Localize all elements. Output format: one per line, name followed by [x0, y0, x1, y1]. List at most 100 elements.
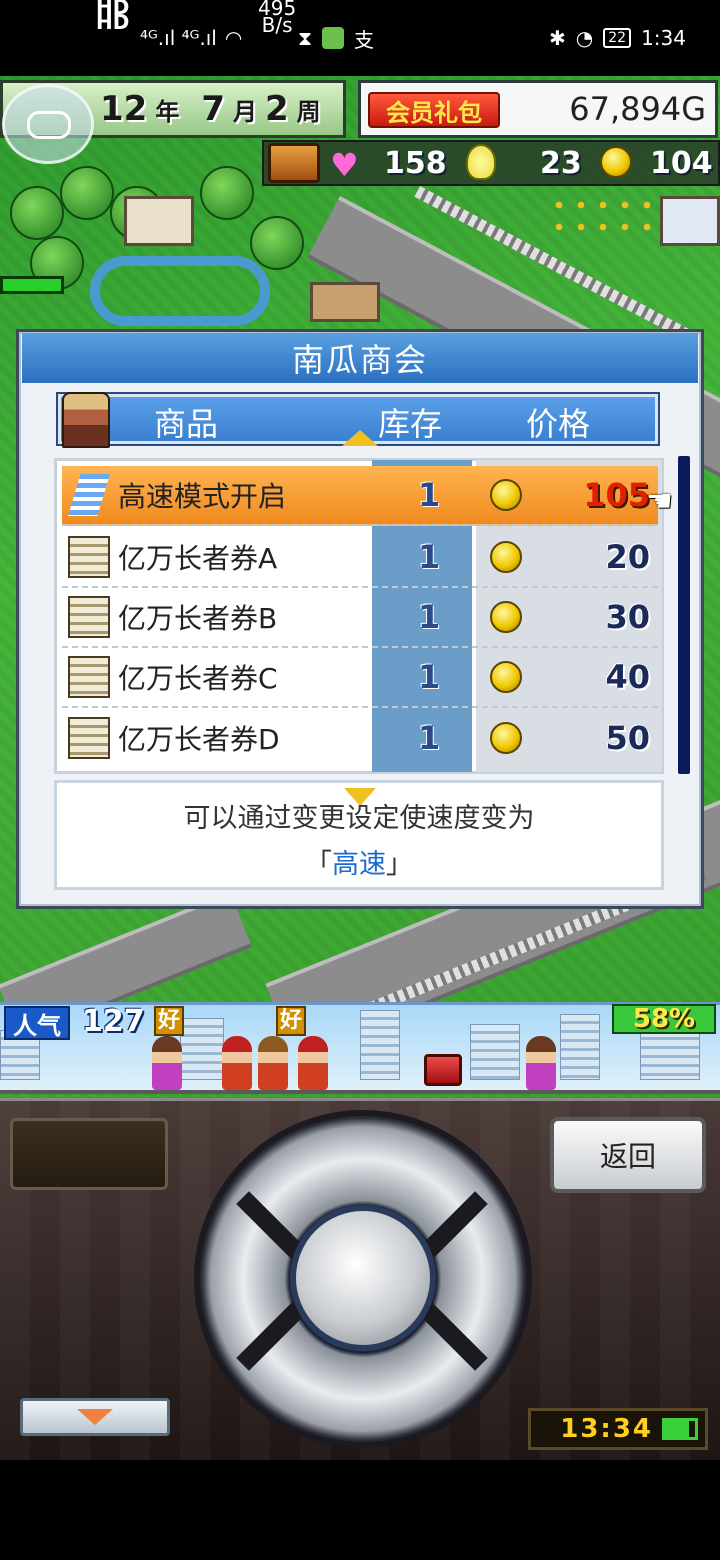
city-building [360, 1010, 400, 1080]
date-display: 12 年 7月 2周 [100, 86, 321, 132]
column-price: 价格 [526, 405, 591, 443]
speed-icon [68, 474, 110, 516]
hearts-value: 158 [384, 145, 447, 181]
coin-icon [490, 601, 522, 633]
list-item[interactable]: 亿万长者券B 1 30 [62, 588, 658, 648]
list-item-selected[interactable]: 高速模式开启 1 105 [62, 466, 658, 526]
network-speed: 495 B/s [258, 0, 296, 37]
visitor-sprite [526, 1036, 556, 1090]
bracket-open: 「 [305, 849, 332, 880]
gamepad-icon[interactable] [2, 84, 94, 164]
visitor-sprite [258, 1036, 288, 1090]
house [660, 196, 720, 246]
alipay-icon: 支 [354, 27, 375, 52]
tree [200, 166, 254, 220]
battery-icon [662, 1418, 698, 1440]
description-highlight: 高速 [332, 849, 386, 880]
column-stock: 库存 [378, 405, 443, 443]
shopkeeper-avatar [62, 392, 110, 448]
year-unit: 年 [155, 97, 180, 126]
item-stock: 1 [418, 719, 441, 757]
coin-icon [600, 146, 632, 182]
notification-icons: ⧗ 支 [298, 0, 374, 76]
ticket-icon [68, 656, 110, 698]
signal-icon: ⁴ᴳ.ıl ⁴ᴳ.ıl ◠ [140, 0, 242, 76]
member-gift-button[interactable]: 会员礼包 [368, 92, 500, 128]
bracket-close: 」 [386, 849, 413, 880]
battery-icon: 22 [603, 28, 632, 48]
good-badge: 好 [154, 1006, 185, 1036]
visitor-sprite [152, 1036, 182, 1090]
item-stock: 1 [418, 538, 441, 576]
flower-bed [548, 194, 658, 234]
lightbulb-icon [466, 144, 496, 180]
visitor-sprite [298, 1036, 328, 1090]
menu-down-button[interactable] [20, 1398, 170, 1436]
pointing-hand-icon: ☚ [646, 484, 673, 519]
progress-bar [0, 276, 64, 294]
visitor-sprite [222, 1036, 252, 1090]
item-price: 50 [605, 719, 650, 757]
coin-icon [490, 479, 522, 511]
week-unit: 周 [296, 97, 321, 126]
tree [10, 186, 64, 240]
coins-value: 104 [650, 145, 713, 181]
ticket-icon [68, 596, 110, 638]
list-item[interactable]: 亿万长者券C 1 40 [62, 648, 658, 708]
scroll-up-arrow-icon[interactable] [342, 430, 378, 446]
back-button[interactable]: 返回 [550, 1117, 706, 1193]
item-price: 40 [605, 658, 650, 696]
nav-area [0, 1460, 720, 1560]
clock-sync-icon: ◔ [575, 26, 594, 50]
tree [250, 216, 304, 270]
item-price: 20 [605, 538, 650, 576]
list-item[interactable]: 亿万长者券D 1 50 [62, 708, 658, 768]
coin-icon [490, 541, 522, 573]
popularity-label: 人气 [4, 1006, 70, 1040]
item-stock: 1 [418, 598, 441, 636]
treasure-chest-icon[interactable] [424, 1054, 462, 1086]
app-icon [322, 27, 345, 49]
speed-unit: B/s [261, 13, 293, 37]
city-building [640, 1030, 700, 1080]
coin-icon [490, 661, 522, 693]
ticket-icon [68, 536, 110, 578]
money-value: 67,894G [569, 90, 706, 128]
bluetooth-icon: ✱ [549, 26, 566, 50]
year-number: 12 [100, 89, 148, 129]
status-time: 1:34 [641, 26, 686, 50]
month-number: 7 [201, 89, 225, 129]
running-track [90, 256, 270, 326]
good-badge: 好 [276, 1006, 307, 1036]
treasure-chest-icon[interactable] [268, 143, 320, 183]
description-text: 可以通过变更设定使速度变为 [183, 803, 535, 834]
week-number: 2 [265, 89, 289, 129]
signal-bars: ⁴ᴳ.ıl ⁴ᴳ.ıl [140, 26, 217, 50]
item-stock: 1 [418, 658, 441, 696]
item-stock: 1 [418, 476, 441, 514]
item-name: 高速模式开启 [118, 480, 287, 513]
percent-badge: 58% [612, 1004, 716, 1034]
item-name: 亿万长者券C [118, 662, 278, 695]
down-arrow-icon [77, 1409, 113, 1425]
heart-icon: ♥ [330, 146, 359, 184]
description-text-2: 「高速」 [54, 842, 664, 881]
building [310, 282, 380, 322]
building [124, 196, 194, 246]
ticket-icon [68, 717, 110, 759]
wifi-icon: ◠ [224, 26, 243, 50]
dpad-center-button[interactable] [290, 1205, 436, 1351]
item-price: 30 [605, 598, 650, 636]
ideas-value: 23 [540, 145, 582, 181]
status-bar: HD HD ⁴ᴳ.ıl ⁴ᴳ.ıl ◠ 495 B/s ⧗ 支 ✱ ◔ 22 1… [0, 0, 720, 76]
hd-indicator: HD HD [96, 0, 129, 32]
city-building [470, 1024, 520, 1080]
item-name: 亿万长者券A [118, 542, 278, 575]
city-building [560, 1014, 600, 1080]
shop-title: 南瓜商会 [22, 333, 698, 383]
lcd-display [10, 1118, 168, 1190]
scrollbar[interactable] [678, 456, 690, 774]
coin-icon [490, 722, 522, 754]
item-name: 亿万长者券D [118, 723, 280, 756]
list-item[interactable]: 亿万长者券A 1 20 [62, 528, 658, 588]
